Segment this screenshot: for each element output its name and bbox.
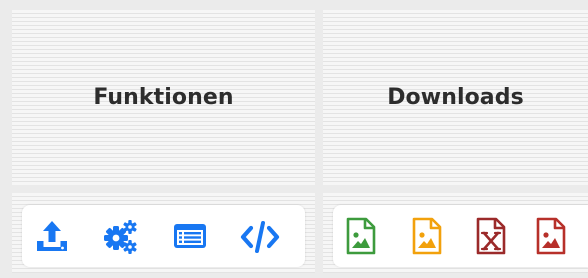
download-image-button[interactable] bbox=[529, 215, 573, 257]
download-png-button[interactable] bbox=[339, 215, 383, 257]
downloads-button-group bbox=[333, 205, 588, 267]
image-file-orange-icon bbox=[412, 217, 442, 255]
downloads-header-cell: Downloads bbox=[323, 10, 588, 185]
image-file-red-icon bbox=[536, 217, 566, 255]
download-xls-button[interactable] bbox=[469, 215, 513, 257]
settings-button[interactable] bbox=[98, 215, 142, 257]
list-view-button[interactable] bbox=[168, 215, 212, 257]
downloads-header-title: Downloads bbox=[387, 85, 524, 110]
upload-button[interactable] bbox=[30, 215, 74, 257]
image-file-green-icon bbox=[346, 217, 376, 255]
list-window-icon bbox=[174, 224, 206, 248]
upload-icon bbox=[37, 221, 67, 251]
download-jpg-button[interactable] bbox=[405, 215, 449, 257]
functions-button-group bbox=[22, 205, 305, 267]
excel-file-icon bbox=[476, 217, 506, 255]
embed-code-button[interactable] bbox=[238, 215, 282, 257]
code-icon bbox=[240, 221, 280, 253]
gears-icon bbox=[104, 220, 137, 254]
functions-header-title: Funktionen bbox=[93, 85, 234, 110]
functions-header-cell: Funktionen bbox=[12, 10, 315, 185]
